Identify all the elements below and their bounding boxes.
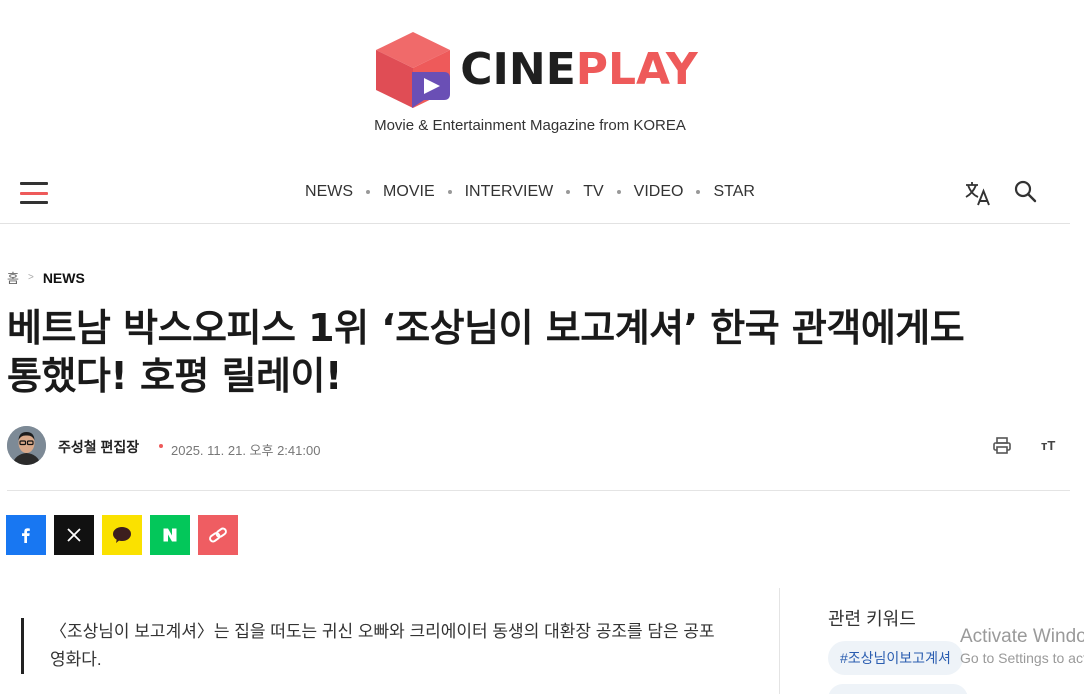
share-buttons <box>6 515 238 555</box>
nav-separator <box>566 190 571 194</box>
naver-share-button[interactable] <box>150 515 190 555</box>
watermark-line-1: Activate Windows <box>960 626 1084 647</box>
article-meta: 주성철 편집장 2025. 11. 21. 오후 2:41:00 ᴛT <box>7 426 1070 466</box>
windows-activation-watermark: Activate Windows Go to Settings to activ… <box>960 626 1084 666</box>
breadcrumb-home[interactable]: 홈 <box>7 268 19 287</box>
copy-link-button[interactable] <box>198 515 238 555</box>
main-nav: NEWS MOVIE INTERVIEW TV VIDEO STAR <box>0 168 1070 224</box>
breadcrumb-current[interactable]: NEWS <box>43 270 85 286</box>
naver-icon <box>163 528 177 542</box>
link-icon <box>209 527 227 543</box>
x-logo-icon <box>67 528 81 542</box>
sidebar-divider <box>779 588 780 694</box>
cineplay-cube-icon <box>376 32 451 108</box>
print-icon[interactable] <box>992 436 1012 456</box>
nav-item-star[interactable]: STAR <box>709 183 758 201</box>
kakaotalk-icon <box>113 527 131 543</box>
breadcrumb-separator-icon: > <box>27 272 34 283</box>
meta-separator <box>159 444 163 448</box>
publish-date: 2025. 11. 21. 오후 2:41:00 <box>171 443 321 458</box>
nav-item-news[interactable]: NEWS <box>301 183 357 201</box>
search-icon[interactable] <box>1013 179 1039 205</box>
related-keywords-title: 관련 키워드 <box>828 609 916 629</box>
logo-text-cine: CINE <box>460 44 576 95</box>
font-size-icon[interactable]: ᴛT <box>1041 438 1055 453</box>
nav-separator <box>447 190 452 194</box>
x-share-button[interactable] <box>54 515 94 555</box>
author-name[interactable]: 주성철 편집장 <box>58 437 139 457</box>
watermark-line-2: Go to Settings to activate Windows. <box>960 650 1084 666</box>
kakaotalk-share-button[interactable] <box>102 515 142 555</box>
nav-item-movie[interactable]: MOVIE <box>379 183 439 201</box>
facebook-icon <box>22 528 30 543</box>
nav-separator <box>616 190 621 194</box>
nav-separator <box>366 190 371 194</box>
nav-item-video[interactable]: VIDEO <box>630 183 688 201</box>
article-title: 베트남 박스오피스 1위 ‘조상님이 보고계셔’ 한국 관객에게도 통했다! 호… <box>7 306 965 398</box>
site-tagline: Movie & Entertainment Magazine from KORE… <box>374 117 686 134</box>
facebook-share-button[interactable] <box>6 515 46 555</box>
keyword-tag[interactable] <box>828 684 968 694</box>
nav-item-tv[interactable]: TV <box>579 183 607 201</box>
breadcrumb: 홈 > NEWS <box>7 268 85 287</box>
article-lead: 〈조상님이 보고계셔〉는 집을 떠도는 귀신 오빠와 크리에이터 동생의 대환장… <box>21 618 721 674</box>
site-logo[interactable]: CINEPLAY <box>0 30 1070 110</box>
nav-menu: NEWS MOVIE INTERVIEW TV VIDEO STAR <box>0 183 1060 201</box>
keyword-tag[interactable]: #조상님이보고계셔 <box>828 641 963 675</box>
translate-icon[interactable] <box>963 178 993 208</box>
meta-divider <box>7 490 1070 491</box>
author-avatar[interactable] <box>7 426 46 465</box>
logo-text-play: PLAY <box>575 44 698 95</box>
nav-separator <box>696 190 701 194</box>
nav-item-interview[interactable]: INTERVIEW <box>461 183 558 201</box>
avatar-portrait-icon <box>7 426 46 465</box>
